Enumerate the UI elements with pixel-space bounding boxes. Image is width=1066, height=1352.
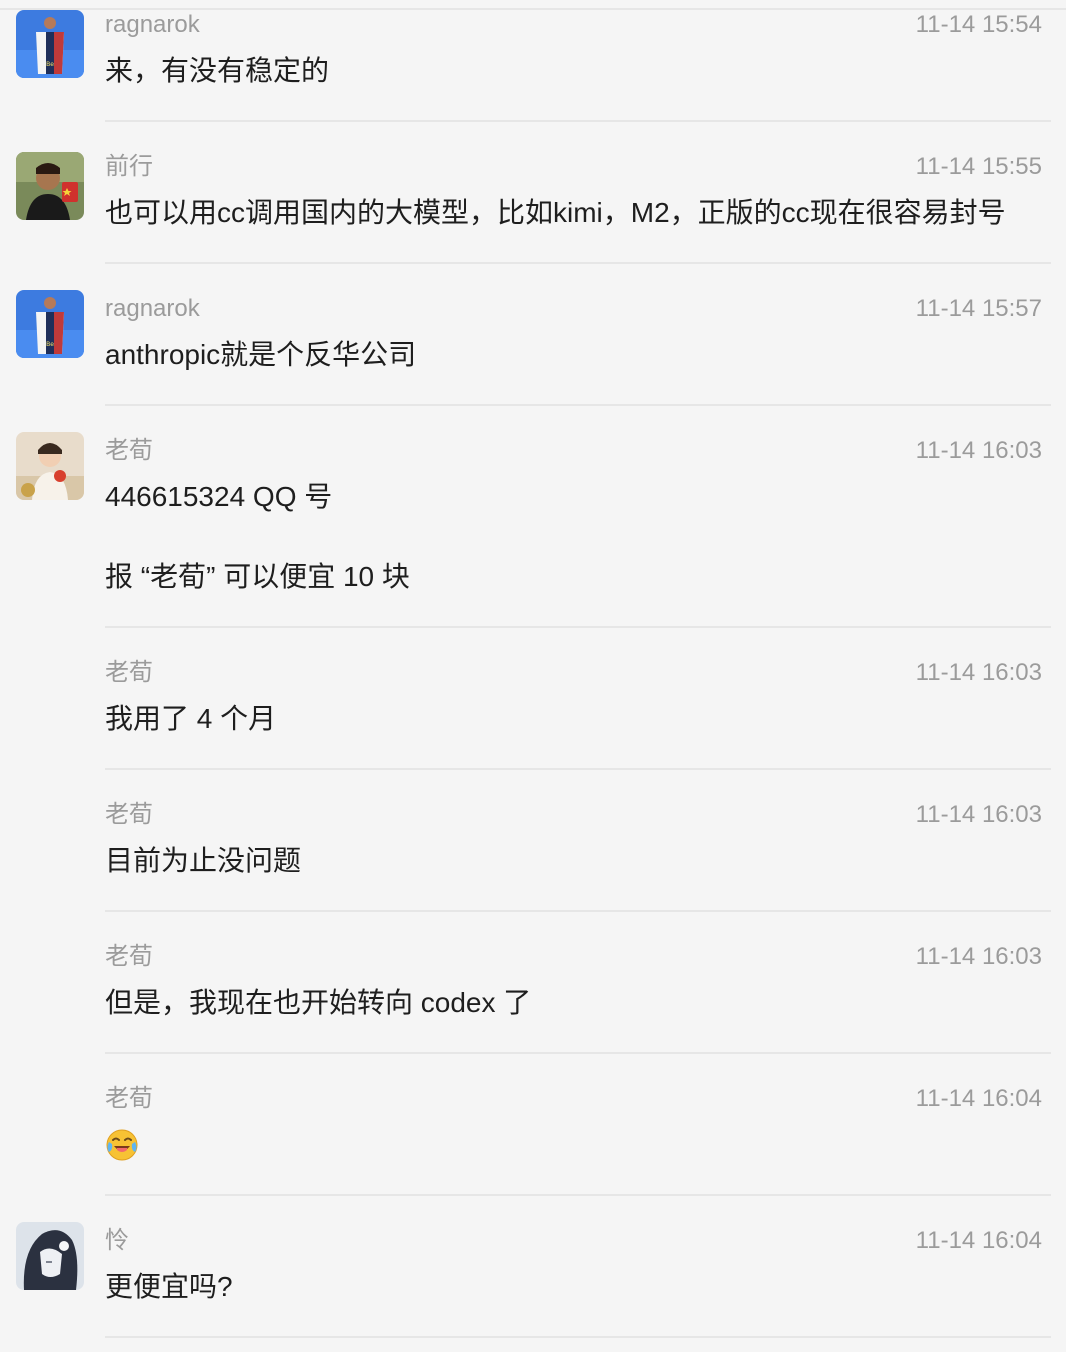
message-divider <box>105 626 1051 628</box>
message-time: 11-14 15:54 <box>915 11 1042 38</box>
ragnarok-avatar-icon: Be <box>16 290 84 358</box>
message-divider <box>105 910 1051 912</box>
message-text: anthropic就是个反华公司 <box>105 339 417 370</box>
svg-text:Be: Be <box>46 61 54 68</box>
lian-avatar-icon <box>16 1222 84 1290</box>
sender-name: 老荀 <box>105 659 153 686</box>
avatar-ragnarok[interactable]: Be <box>16 290 84 358</box>
message-time: 11-14 16:03 <box>915 801 1042 828</box>
message-time: 11-14 16:03 <box>915 659 1042 686</box>
message-divider <box>105 262 1051 264</box>
message-text: 报 “老荀” 可以便宜 10 块 <box>105 561 410 592</box>
message-text: 但是，我现在也开始转向 codex 了 <box>105 987 532 1018</box>
message-divider <box>105 768 1051 770</box>
sender-name: ragnarok <box>105 295 200 322</box>
message-divider <box>105 120 1051 122</box>
message-time: 11-14 16:04 <box>915 1085 1042 1112</box>
laughing-crying-emoji-icon <box>106 1129 138 1161</box>
sender-name: 前行 <box>105 153 153 180</box>
message-text: 也可以用cc调用国内的大模型，比如kimi，M2，正版的cc现在很容易封号 <box>105 197 1006 228</box>
avatar-lian[interactable] <box>16 1222 84 1290</box>
sender-name: ragnarok <box>105 11 200 38</box>
message-divider <box>105 404 1051 406</box>
message-time: 11-14 15:57 <box>915 295 1042 322</box>
sender-name: 老荀 <box>105 943 153 970</box>
message-divider <box>105 1194 1051 1196</box>
message-text: 446615324 QQ 号 <box>105 481 333 512</box>
message-time: 11-14 16:04 <box>915 1227 1042 1254</box>
chat-feed: Be ragnarok 11-14 15:54 来，有没有稳定的 前行 11-1… <box>0 0 1066 1352</box>
message-divider <box>105 1052 1051 1054</box>
avatar-ragnarok[interactable]: Be <box>16 10 84 78</box>
sender-name: 老荀 <box>105 801 153 828</box>
laoxun-avatar-icon <box>16 432 84 500</box>
sender-name: 怜 <box>105 1227 129 1254</box>
ragnarok-avatar-icon: Be <box>16 10 84 78</box>
sender-name: 老荀 <box>105 1085 153 1112</box>
message-time: 11-14 15:55 <box>915 153 1042 180</box>
message-text: 目前为止没问题 <box>105 845 302 876</box>
message-divider <box>105 1336 1051 1338</box>
sender-name: 老荀 <box>105 437 153 464</box>
message-text: 更便宜吗? <box>105 1271 233 1302</box>
message-text: 来，有没有稳定的 <box>105 55 330 86</box>
avatar-qianxing[interactable] <box>16 152 84 220</box>
message-text: 我用了 4 个月 <box>105 703 277 734</box>
svg-text:Be: Be <box>46 341 54 348</box>
message-time: 11-14 16:03 <box>915 437 1042 464</box>
message-time: 11-14 16:03 <box>915 943 1042 970</box>
qianxing-avatar-icon <box>16 152 84 220</box>
avatar-laoxun[interactable] <box>16 432 84 500</box>
